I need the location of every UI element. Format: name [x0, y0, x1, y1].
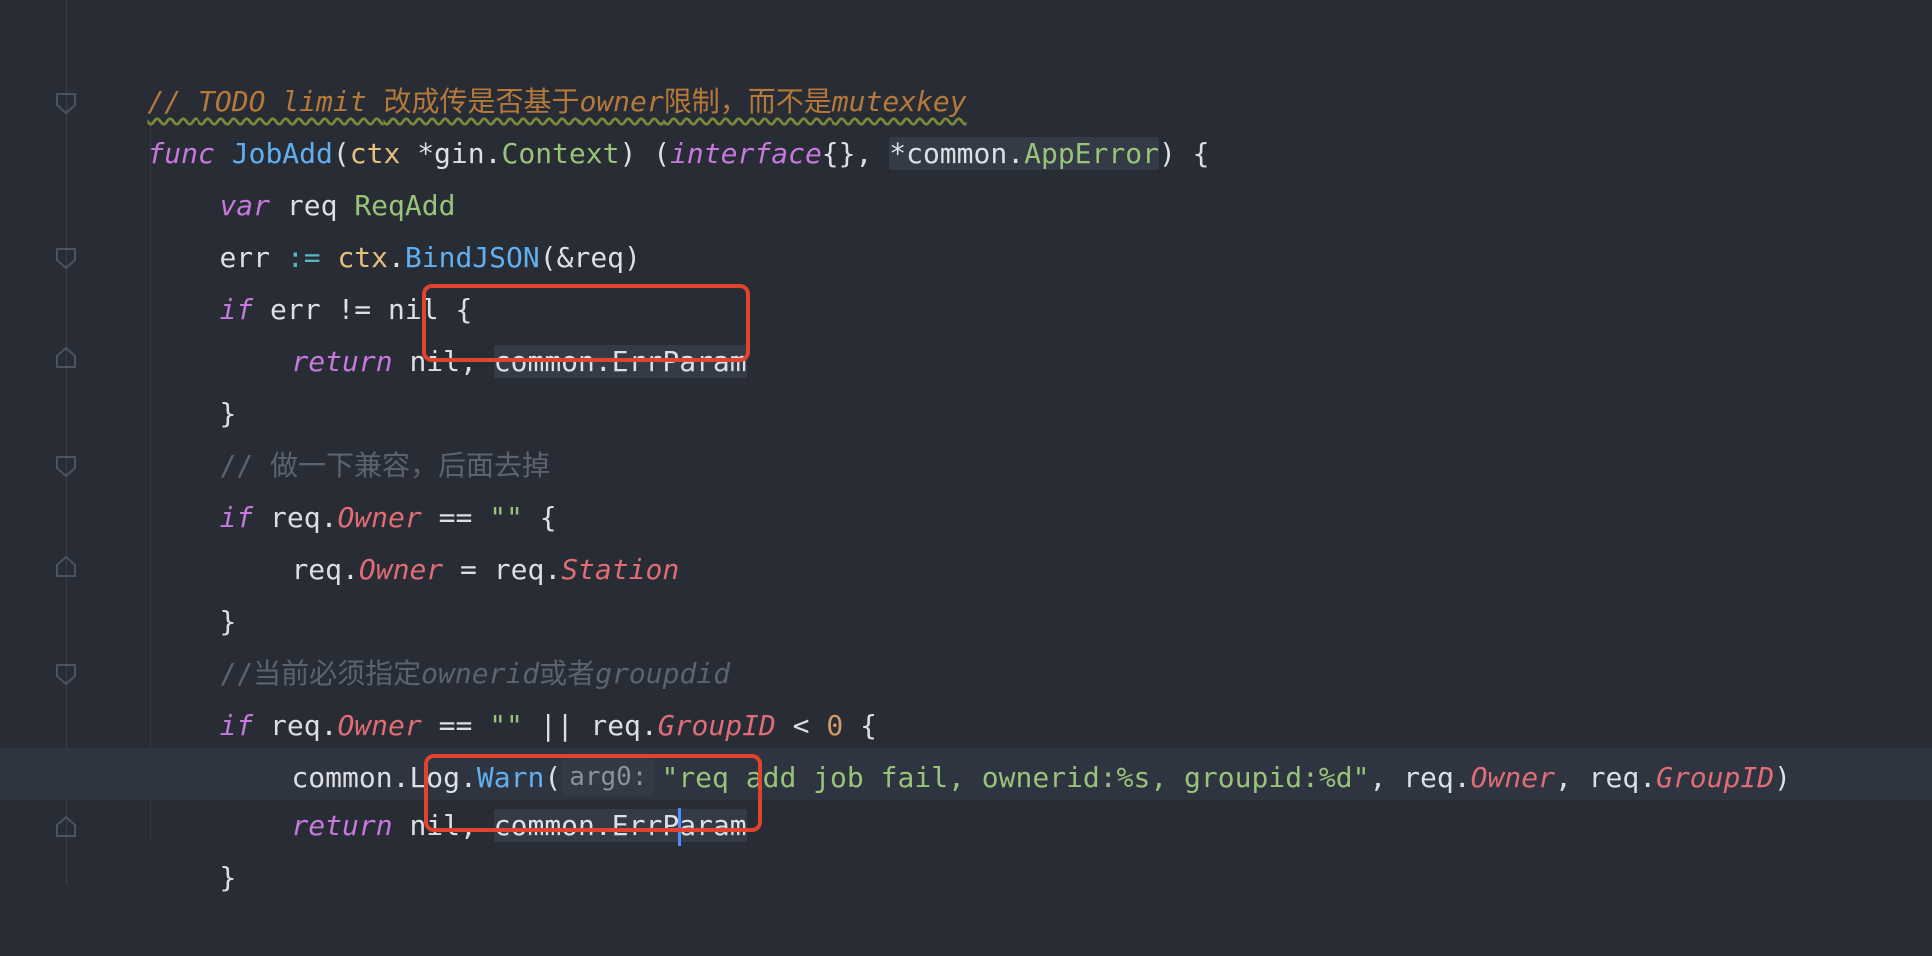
code-editor[interactable]: // TODO limit 改成传是否基于owner限制，而不是mutexkey…: [0, 0, 1932, 894]
operator: =: [443, 553, 494, 586]
fold-open-icon[interactable]: [56, 456, 76, 478]
call-args: (&req): [539, 241, 641, 274]
code-line-comment[interactable]: // 做一下兼容，后面去掉: [152, 388, 550, 482]
fold-open-icon[interactable]: [56, 664, 76, 686]
fold-open-icon[interactable]: [56, 248, 76, 270]
usage-highlight: *common.AppError: [889, 137, 1159, 170]
fold-close-icon[interactable]: [56, 815, 76, 837]
string-literal: "req add job fail, ownerid:%s, groupid:%…: [661, 761, 1370, 794]
code-line[interactable]: if req.Owner == "" {: [152, 440, 556, 534]
code-line[interactable]: var req ReqAdd: [152, 128, 455, 222]
field-name: GroupID: [1656, 761, 1775, 794]
field-name: Station: [561, 553, 680, 586]
code-line[interactable]: req.Owner = req.Station: [224, 492, 679, 586]
variable: req.: [1403, 761, 1471, 794]
code-line[interactable]: }: [152, 800, 236, 894]
code-line[interactable]: if req.Owner == "" || req.GroupID < 0 {: [152, 648, 877, 742]
keyword: interface: [670, 137, 822, 170]
package-name: common: [906, 137, 1008, 170]
code-line-comment[interactable]: //当前必须指定ownerid或者groupdid: [152, 596, 730, 690]
variable: req.: [291, 553, 359, 586]
code-line[interactable]: }: [152, 336, 236, 430]
fold-close-icon[interactable]: [56, 555, 76, 577]
indent-guide: [150, 120, 151, 840]
pointer-star: *: [889, 137, 907, 170]
field-name: Owner: [358, 553, 444, 586]
variable: req.: [1588, 761, 1657, 794]
variable: req.: [493, 553, 562, 586]
code-line-func-signature[interactable]: func JobAdd(ctx *gin.Context) (interface…: [80, 76, 1210, 170]
annotation-box-errparam-1: [422, 284, 750, 362]
code-line[interactable]: if err != nil {: [152, 232, 472, 326]
code-line[interactable]: }: [152, 544, 236, 638]
code-line-todo-comment[interactable]: // TODO limit 改成传是否基于owner限制，而不是mutexkey: [80, 24, 966, 118]
type-name: Context: [501, 137, 620, 170]
keyword: return: [291, 809, 393, 842]
keyword: return: [291, 345, 393, 378]
annotation-box-errparam-2: [424, 754, 762, 832]
field-name: Owner: [1470, 761, 1555, 794]
closing-brace: }: [219, 861, 237, 894]
code-line[interactable]: err := ctx.BindJSON(&req): [152, 180, 640, 274]
fold-open-icon[interactable]: [56, 93, 76, 115]
type-name: AppError: [1024, 137, 1159, 170]
fold-close-icon[interactable]: [56, 346, 76, 368]
code-line[interactable]: common.Log.Warn(arg0: "req add job fail, …: [224, 700, 1791, 796]
